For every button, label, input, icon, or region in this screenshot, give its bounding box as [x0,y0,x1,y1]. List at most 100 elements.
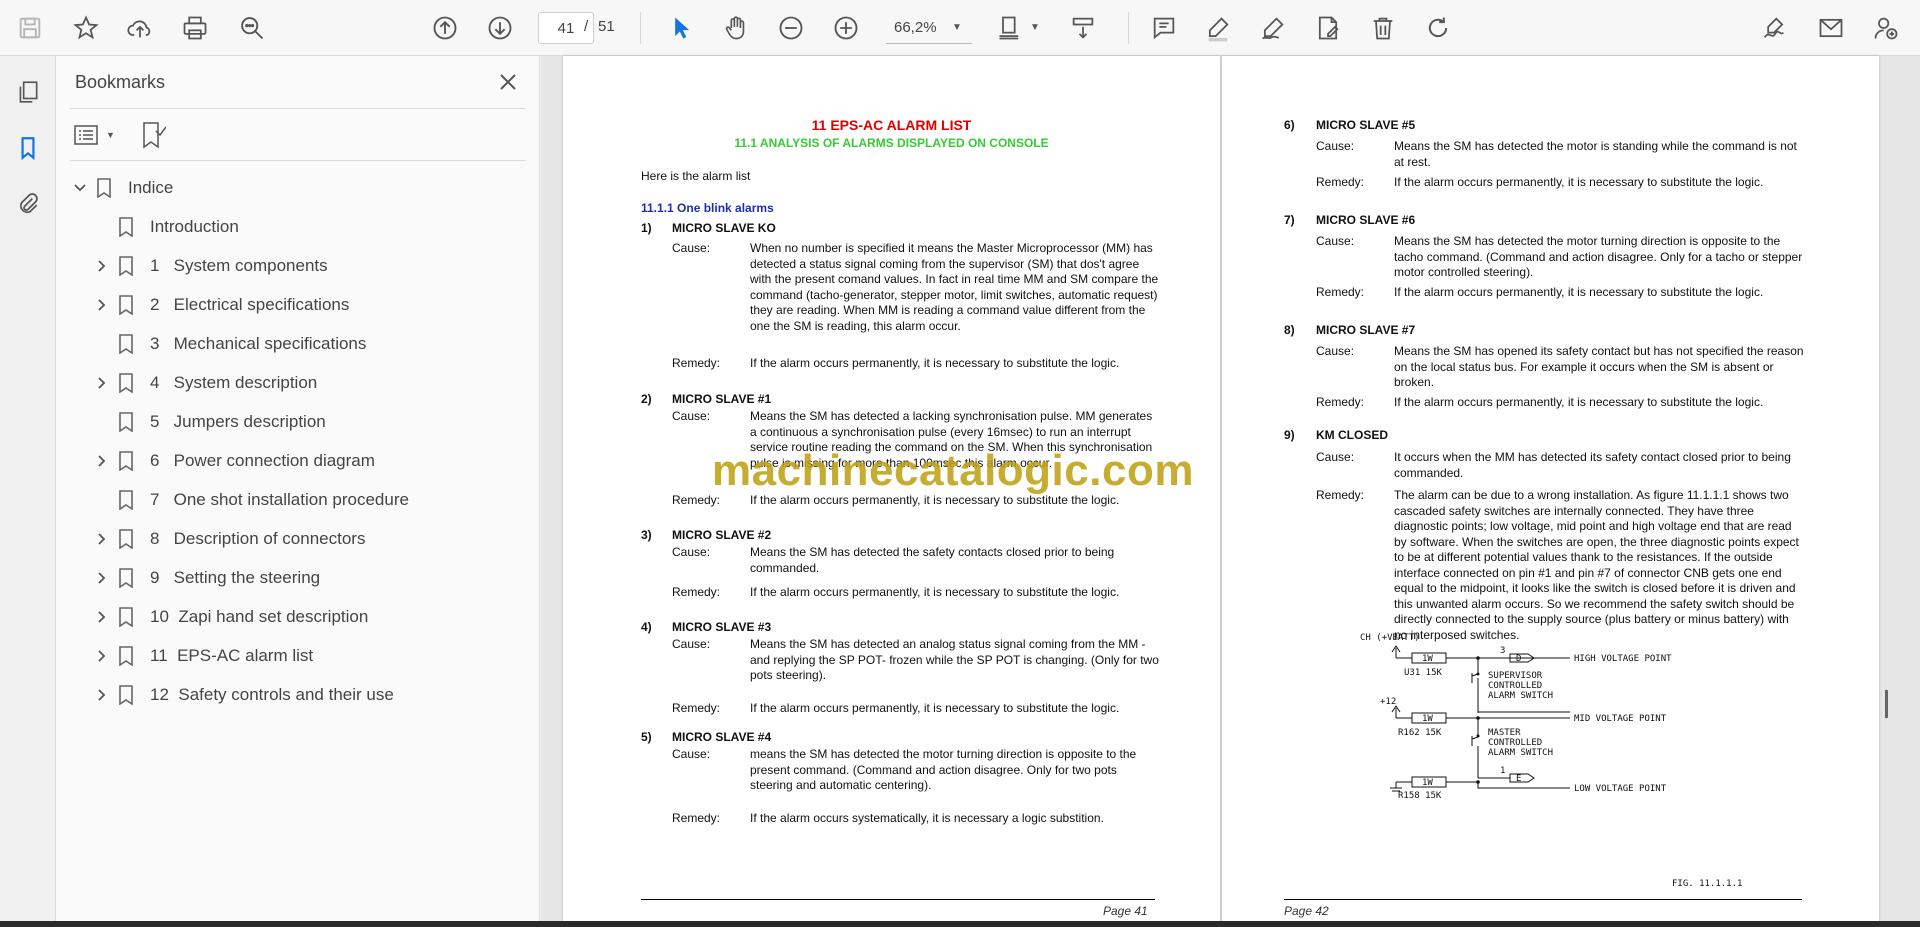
select-tool-icon[interactable] [663,10,699,46]
chevron-right-icon[interactable] [92,295,112,315]
redo-icon[interactable] [1420,10,1456,46]
remedy-label: Remedy: [1316,175,1365,189]
close-icon[interactable] [492,66,524,98]
stamp-icon[interactable] [1310,10,1346,46]
bookmark-item[interactable]: Indice [70,173,173,203]
zoom-value: 66,2% [894,19,937,36]
chevron-right-icon[interactable] [92,373,112,393]
supervisor-switch-label: CONTROLLED [1488,681,1542,691]
supply-label: CH (+VBATT) [1360,633,1420,643]
alarm-number: 8) [1284,323,1295,337]
new-bookmark-button[interactable] [140,118,166,152]
chevron-right-icon[interactable] [92,646,112,666]
scrollbar-thumb[interactable] [1885,690,1888,718]
chevron-right-icon[interactable] [92,685,112,705]
sign-icon[interactable] [1756,10,1792,46]
page-fit-icon[interactable] [992,10,1028,46]
bookmark-icon [96,177,116,199]
bookmark-label: 10 Zapi hand set description [150,607,369,626]
resistor-rating: 1W [1422,654,1433,664]
add-user-icon[interactable] [1868,10,1904,46]
cause-text: Means the SM has detected the motor is s… [1394,139,1797,169]
window-bottom-edge [0,921,1920,927]
pages-thumbnails-icon[interactable] [10,74,46,110]
chevron-right-icon[interactable] [92,451,112,471]
comment-icon[interactable] [1146,10,1182,46]
bookmark-label: Indice [128,178,174,197]
bookmark-item[interactable]: 4 System description [92,368,317,398]
next-page-icon[interactable] [482,10,518,46]
zoom-in-icon[interactable] [828,10,864,46]
remedy-label: Remedy: [672,585,721,599]
bookmark-item[interactable]: Introduction [92,212,239,242]
draw-icon[interactable] [1255,10,1291,46]
email-icon[interactable] [1813,10,1849,46]
remedy-text: If the alarm occurs permanently, it is n… [1394,395,1764,409]
connector-pin-label: D [1516,654,1521,664]
resistor-label: R158 15K [1398,791,1442,801]
bookmark-item[interactable]: 8 Description of connectors [92,524,365,554]
bookmark-item[interactable]: 12 Safety controls and their use [92,680,394,710]
panel-divider [70,160,526,161]
page-footer-rule [1284,899,1802,900]
figure-caption: FIG. 11.1.1.1 [1672,879,1742,889]
chevron-down-icon[interactable]: ▼ [952,22,962,33]
master-switch-label: CONTROLLED [1488,738,1542,748]
chevron-right-icon[interactable] [92,568,112,588]
print-icon[interactable] [177,10,213,46]
resistor-rating: 1W [1422,714,1433,724]
find-icon[interactable] [234,10,270,46]
save-icon[interactable] [12,10,48,46]
zoom-out-icon[interactable] [773,10,809,46]
alarm-title: KM CLOSED [1316,428,1388,442]
bookmark-item[interactable]: 3 Mechanical specifications [92,329,366,359]
hand-tool-icon[interactable] [718,10,754,46]
intro-text: Here is the alarm list [641,169,751,183]
bookmark-options-button[interactable]: ▼ [74,118,115,152]
subsection-heading: 11.1.1 One blink alarms [641,201,774,215]
alarm-number: 9) [1284,428,1295,442]
cause-label: Cause: [672,241,711,255]
cloud-upload-icon[interactable] [122,10,158,46]
bookmark-item[interactable]: 1 System components [92,251,328,281]
bookmark-panel-icon[interactable] [10,130,46,166]
bookmark-icon [118,216,138,238]
bookmark-item[interactable]: 11 EPS-AC alarm list [92,641,313,671]
bookmark-item[interactable]: 10 Zapi hand set description [92,602,368,632]
cause-label: Cause: [672,637,711,651]
chevron-down-icon[interactable] [70,178,90,198]
chevron-right-icon[interactable] [92,529,112,549]
remedy-text: If the alarm occurs permanently, it is n… [1394,285,1764,299]
remedy-text: If the alarm occurs systematically, it i… [750,811,1104,825]
bookmarks-panel: Bookmarks ▼ Indice Introduction 1 System c… [56,56,540,922]
bookmark-item[interactable]: 7 One shot installation procedure [92,485,409,515]
highlight-pen-icon[interactable] [1200,10,1236,46]
page-separator: / [584,18,589,35]
master-switch-label: ALARM SWITCH [1488,748,1553,758]
chevron-right-icon[interactable] [92,256,112,276]
remedy-label: Remedy: [672,701,721,715]
chevron-right-icon[interactable] [92,607,112,627]
bookmark-label: 9 Setting the steering [150,568,321,587]
watermark: machinecatalogic.com [712,446,1194,495]
chevron-down-icon[interactable]: ▼ [1030,22,1040,33]
bookmark-item[interactable]: 9 Setting the steering [92,563,320,593]
list-options-icon [74,125,98,145]
bookmark-item[interactable]: 2 Electrical specifications [92,290,349,320]
attachment-icon[interactable] [10,186,46,222]
plus12-label: +12 [1380,697,1396,707]
bookmark-icon [118,645,138,667]
bookmark-label: 7 One shot installation procedure [150,490,409,509]
delete-icon[interactable] [1365,10,1401,46]
star-icon[interactable] [68,10,104,46]
bookmark-label: 6 Power connection diagram [150,451,375,470]
scrolling-mode-icon[interactable] [1065,10,1101,46]
section-heading: 11.1 ANALYSIS OF ALARMS DISPLAYED ON CON… [734,136,1049,150]
bookmark-item[interactable]: 6 Power connection diagram [92,446,375,476]
bookmark-item[interactable]: 5 Jumpers description [92,407,326,437]
previous-page-icon[interactable] [427,10,463,46]
cause-label: Cause: [1316,234,1355,248]
alarm-title: MICRO SLAVE #4 [672,730,772,744]
bookmark-label: 2 Electrical specifications [150,295,350,314]
